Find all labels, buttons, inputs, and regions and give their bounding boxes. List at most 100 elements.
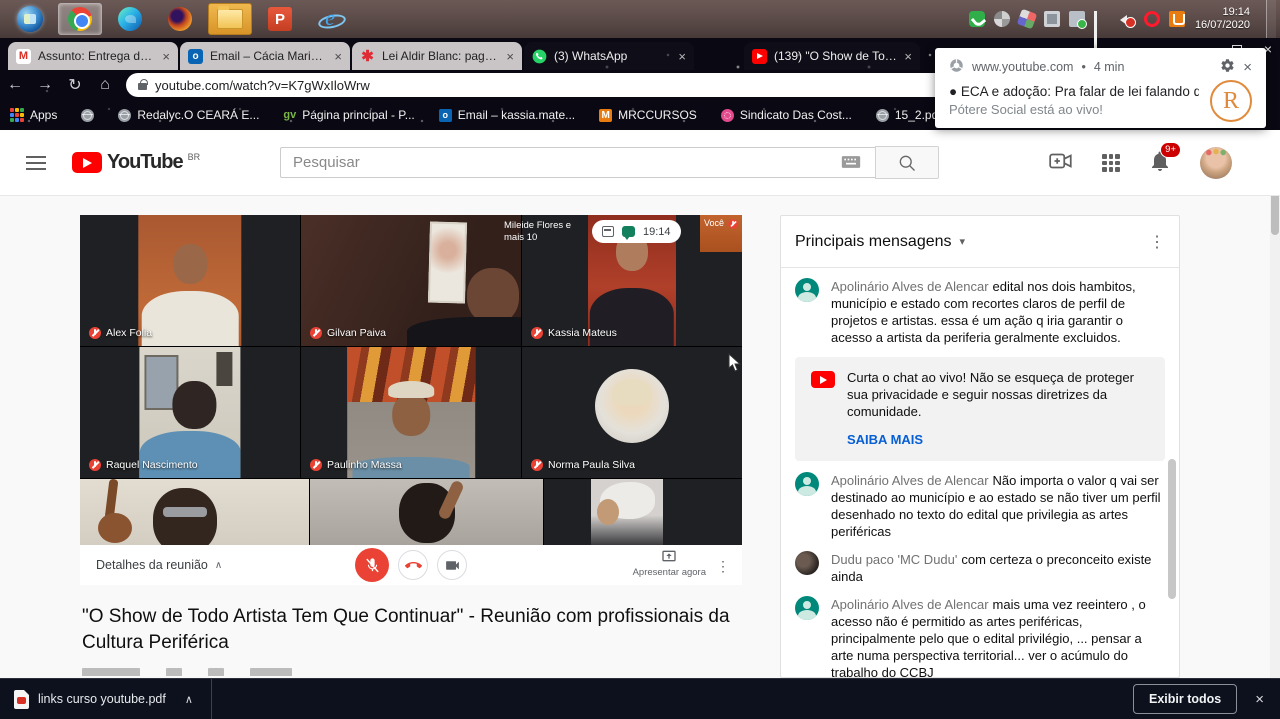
meeting-details-button[interactable]: Detalhes da reunião ∧ [96,558,222,572]
create-video-icon[interactable] [1048,148,1074,179]
windows-logo-icon [17,6,43,32]
taskbar-powerpoint-button[interactable] [258,3,302,35]
participant-video [138,215,241,346]
bookmark-pdf[interactable]: 15_2.pdf [876,108,942,122]
chat-author[interactable]: Apolinário Alves de Alencar [831,473,989,488]
bookmark-pagina-principal[interactable]: Página principal - P... [283,108,414,122]
tab-label: (139) "O Show de Todo [774,49,897,63]
bookmark-mrccursos[interactable]: MRCCURSOS [599,108,697,122]
tab-lei-aldir[interactable]: Lei Aldir Blanc: pagamen × [352,42,522,70]
phone-tray-icon[interactable] [969,11,985,27]
tab-close-icon[interactable]: × [334,49,342,64]
learn-more-link[interactable]: SAIBA MAIS [847,432,923,447]
mic-mute-button[interactable] [355,548,389,582]
printer-tray-icon[interactable] [1017,9,1038,30]
close-notification-icon[interactable]: × [1243,59,1252,76]
tab-youtube-active[interactable]: (139) "O Show de Todo × [744,42,920,70]
camera-button[interactable] [437,550,467,580]
tab-whatsapp[interactable]: (3) WhatsApp × [524,42,694,70]
tab-close-icon[interactable]: × [678,49,686,64]
participant-tile-gilvan: Gilvan Paiva [301,215,521,346]
notifications-bell-icon[interactable]: 9+ [1148,149,1172,178]
browser-notification[interactable]: www.youtube.com • 4 min × ● ECA e adoção… [935,48,1266,128]
you-label: Você [704,218,724,228]
tab-close-icon[interactable]: × [162,49,170,64]
usb-tray-icon[interactable] [1069,11,1085,27]
menu-hamburger-icon[interactable] [26,156,46,170]
show-all-downloads-button[interactable]: Exibir todos [1133,684,1237,714]
close-downloads-bar-icon[interactable]: × [1255,691,1264,708]
show-desktop-button[interactable] [1266,0,1276,38]
youtube-icon [811,371,835,388]
back-button[interactable]: ← [0,76,30,94]
hang-up-button[interactable] [398,550,428,580]
taskbar-clock[interactable]: 19:14 16/07/2020 [1195,6,1256,32]
keyboard-icon[interactable] [841,155,861,174]
user-avatar[interactable] [795,551,819,575]
tab-outlook[interactable]: Email – Cácia Maria Ram × [180,42,350,70]
clipboard-tray-icon[interactable] [1044,11,1060,27]
taskbar-ie-button[interactable] [308,3,352,35]
forward-button[interactable]: → [30,76,60,94]
download-filename: links curso youtube.pdf [38,692,166,706]
meet-more-options-icon[interactable]: ⋮ [716,558,730,575]
lock-icon[interactable] [138,83,147,90]
chat-mode-dropdown[interactable]: Principais mensagens [795,233,952,251]
home-button[interactable]: ⌂ [90,76,120,94]
chrome-icon [68,7,92,31]
apps-bookmark[interactable]: Apps [10,108,57,122]
volume-muted-icon[interactable] [1119,11,1135,27]
participant-tile-norma: Norma Paula Silva [522,347,742,478]
youtube-apps-icon[interactable] [1102,154,1120,172]
chat-message: Dudu paco 'MC Dudu'com certeza o preconc… [795,551,1165,585]
bookmark-redalyc[interactable]: Redalyc.O CEARÁ E... [118,108,259,122]
chat-policy-notice: Curta o chat ao vivo! Não se esqueça de … [795,357,1165,461]
participant-avatar [595,369,669,443]
opera-tray-icon[interactable] [1144,11,1160,27]
windows-taskbar: 19:14 16/07/2020 [0,0,1280,38]
chat-author[interactable]: Apolinário Alves de Alencar [831,279,989,294]
present-now-button[interactable]: Apresentar agora [633,548,706,578]
chat-scrollbar-thumb[interactable] [1168,459,1176,599]
page-scrollbar[interactable] [1270,131,1280,678]
taskbar-chrome-button[interactable] [58,3,102,35]
tab-close-icon[interactable]: × [904,49,912,64]
search-button[interactable] [875,146,939,179]
clock-time: 19:14 [1195,6,1250,19]
start-button[interactable] [8,3,52,35]
reload-button[interactable]: ↻ [60,75,90,95]
account-avatar[interactable] [1200,147,1232,179]
chat-author[interactable]: Apolinário Alves de Alencar [831,597,989,612]
gear-icon[interactable] [1220,58,1235,76]
user-avatar[interactable] [795,278,819,302]
chat-more-options-icon[interactable]: ⋮ [1149,232,1165,252]
taskbar-edge-button[interactable] [108,3,152,35]
download-options-chevron-icon[interactable]: ∧ [185,693,193,706]
user-avatar[interactable] [795,596,819,620]
youtube-header: YouTube BR 9+ [0,130,1280,196]
user-avatar[interactable] [795,472,819,496]
downloaded-file-button[interactable]: links curso youtube.pdf ∧ [14,690,193,709]
bookmark-globe-only[interactable] [81,109,94,122]
live-chat-panel: Principais mensagens ▾ ⋮ Apolinário Alve… [780,215,1180,678]
internet-explorer-icon [318,7,342,31]
taskbar-firefox-button[interactable] [158,3,202,35]
tab-label: Email – Cácia Maria Ram [210,49,327,63]
participant-video [591,479,663,545]
taskbar-explorer-button[interactable] [208,3,252,35]
tab-gmail[interactable]: Assunto: Entrega do rela × [8,42,178,70]
bookmark-email[interactable]: Email – kassia.mate... [439,108,575,122]
chat-author[interactable]: Dudu paco 'MC Dudu' [831,552,957,567]
search-input[interactable] [280,147,875,178]
tab-close-icon[interactable]: × [506,49,514,64]
network-signal-icon[interactable] [1094,11,1110,27]
java-tray-icon[interactable] [1169,11,1185,27]
youtube-logo[interactable]: YouTube BR [72,151,200,174]
chevron-down-icon[interactable]: ▾ [960,235,966,248]
self-view-tile: Você [700,215,742,252]
tab-label: (3) WhatsApp [554,49,671,63]
pinwheel-tray-icon[interactable] [994,11,1010,27]
bookmark-sindicato[interactable]: Sindicato Das Cost... [721,108,852,122]
video-player[interactable]: Alex Folia Gilvan Paiva Kassia Mateus Ra… [80,215,742,585]
meeting-clock: 19:14 [643,226,671,238]
